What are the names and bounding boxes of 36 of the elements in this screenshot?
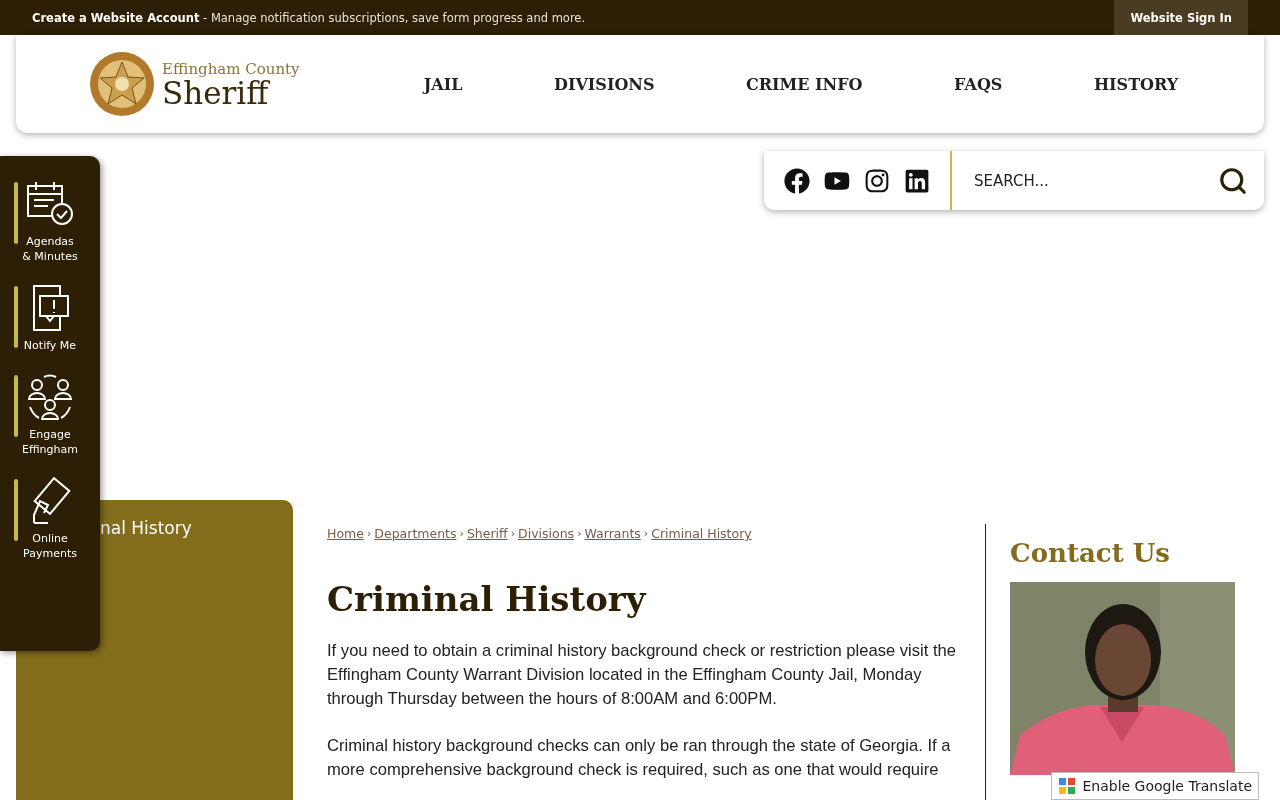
breadcrumb-separator: › [510, 527, 516, 540]
breadcrumb-separator: › [577, 527, 582, 540]
nav-link[interactable]: FAQS [954, 74, 1003, 94]
logo-county-text: Effingham County [162, 59, 300, 78]
breadcrumb-link[interactable]: Departments [374, 526, 457, 541]
breadcrumb-link[interactable]: Criminal History [651, 526, 752, 541]
breadcrumb-separator: › [459, 527, 464, 540]
breadcrumb-separator: › [366, 527, 372, 540]
contact-title: Contact Us [1010, 538, 1171, 568]
quick-link[interactable]: Online Payments [0, 475, 100, 561]
nav-link[interactable]: CRIME INFO [746, 74, 863, 94]
search-icon[interactable] [1218, 165, 1248, 196]
quick-link[interactable]: Agendas & Minutes [0, 178, 100, 264]
side-panel-title: nal History [100, 518, 192, 538]
nav-link[interactable]: HISTORY [1093, 74, 1179, 94]
badge-logo-icon [88, 50, 156, 118]
breadcrumb-link[interactable]: Divisions [518, 526, 575, 541]
quick-link[interactable]: Notify Me [0, 282, 100, 353]
create-account-link[interactable]: Create a Website Account [32, 10, 200, 25]
nav-link[interactable]: DIVISIONS [554, 74, 655, 94]
breadcrumb-link[interactable]: Sheriff [466, 526, 508, 541]
nav-link[interactable]: JAIL [423, 74, 463, 94]
breadcrumb-link[interactable]: Home [327, 526, 364, 541]
instagram-icon[interactable] [864, 167, 890, 194]
account-banner-text: Create a Website Account - Manage notification subscriptions, save form progress and more. [32, 10, 586, 25]
sign-in-button[interactable]: Website Sign In [1114, 0, 1248, 35]
quick-link[interactable]: Engage Effingham [0, 371, 100, 457]
paragraph: Criminal history background checks can only be ran through the state of Georgia. If a more comprehensive background check is required, such as one that would require [327, 735, 952, 781]
paragraph: If you need to obtain a criminal history background check or restriction please visit the Effingham County Warrant Division located in the Effingham County Jail, Monday through Thursday between the hours of 8:00AM and 6:00PM. [327, 640, 958, 710]
linkedin-icon[interactable] [904, 167, 930, 194]
logo-sheriff-text: Sheriff [162, 77, 270, 109]
page-title: Criminal History [327, 579, 648, 619]
facebook-icon[interactable] [784, 167, 810, 194]
breadcrumb-separator: › [643, 527, 649, 540]
translate-button[interactable]: Enable Google Translate [1051, 772, 1259, 800]
breadcrumb-link[interactable]: Warrants [584, 526, 641, 541]
